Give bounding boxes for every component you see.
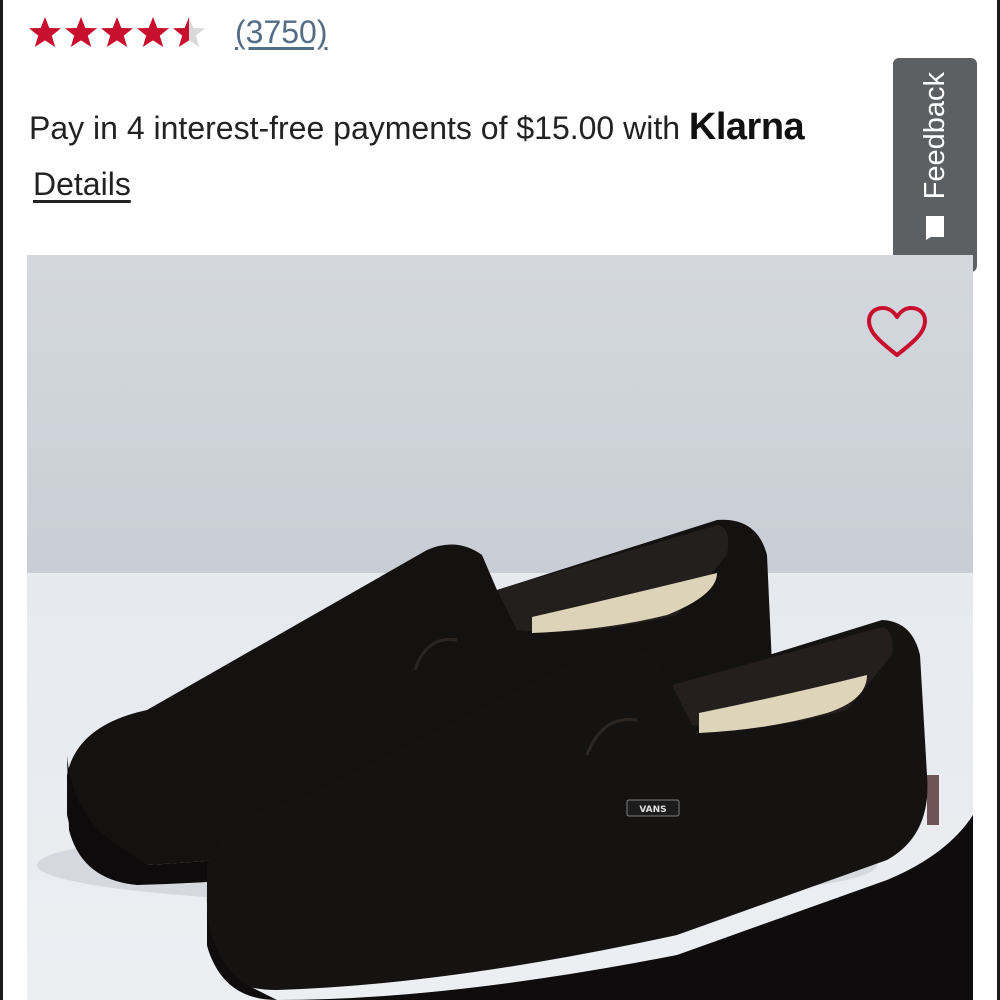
shoe-logo: VANS xyxy=(639,805,666,815)
klarna-payment-text: Pay in 4 interest-free payments of $15.0… xyxy=(29,110,689,146)
heart-outline-icon[interactable] xyxy=(865,305,929,361)
black-slip-on-shoes: VANS xyxy=(27,255,973,1000)
klarna-logo: Klarna xyxy=(688,106,805,148)
star-icon xyxy=(137,16,169,47)
review-count-link[interactable]: (3750) xyxy=(235,14,328,51)
star-icon xyxy=(173,16,205,47)
product-image[interactable]: VANS xyxy=(27,255,973,1000)
star-icon xyxy=(29,16,61,47)
star-icon xyxy=(101,16,133,47)
feedback-icon xyxy=(926,216,944,241)
feedback-tab[interactable]: Feedback xyxy=(893,58,977,272)
product-page: (3750) Pay in 4 interest-free payments o… xyxy=(0,0,1000,1000)
star-rating xyxy=(27,15,207,51)
klarna-details-link[interactable]: Details xyxy=(33,166,131,203)
klarna-payment-message: Pay in 4 interest-free payments of $15.0… xyxy=(29,106,805,149)
feedback-label: Feedback xyxy=(918,72,951,200)
rating-row: (3750) xyxy=(27,14,328,51)
star-icon xyxy=(65,16,97,47)
